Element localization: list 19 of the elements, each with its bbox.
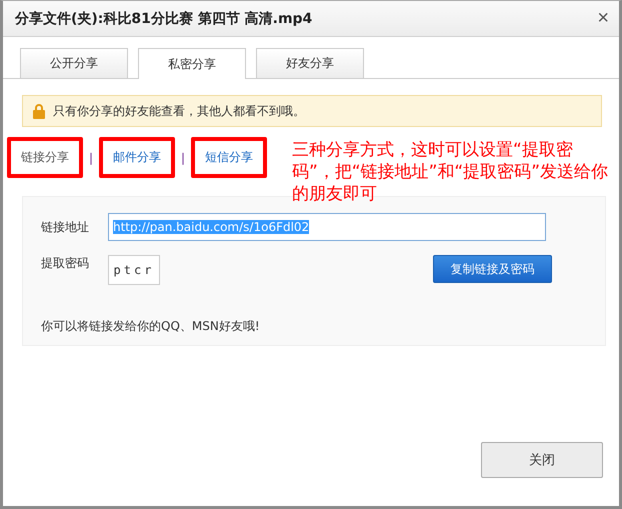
tab[interactable]: 好友分享 — [256, 48, 364, 78]
annotation-text: 三种分享方式，这时可以设置“提取密码”，把“链接地址”和“提取密码”发送给你的朋友即可 — [292, 139, 610, 205]
share-method-link[interactable]: 短信分享 — [205, 150, 254, 164]
close-button[interactable]: × — [597, 7, 609, 30]
lock-icon — [33, 103, 45, 119]
hint-text: 你可以将链接发给你的QQ、MSN好友哦! — [41, 318, 261, 335]
separator: | — [89, 150, 94, 164]
password-field[interactable]: ptcr — [108, 255, 160, 285]
field-label: 链接地址 — [41, 218, 90, 236]
tab[interactable]: 私密分享 — [138, 48, 246, 79]
tab[interactable]: 公开分享 — [20, 48, 128, 78]
share-method-link[interactable]: 链接分享 — [21, 150, 69, 164]
copy-button[interactable]: 复制链接及密码 — [433, 255, 552, 283]
share-method-link[interactable]: 邮件分享 — [113, 150, 162, 164]
separator: | — [181, 150, 186, 164]
notice-text: 只有你分享的好友能查看，其他人都看不到哦。 — [53, 102, 305, 120]
close-button[interactable]: 关闭 — [481, 442, 603, 478]
field-label: 提取密码 — [41, 255, 90, 272]
window-title: 分享文件(夹):科比81分比赛 第四节 高清.mp4 — [15, 10, 312, 28]
